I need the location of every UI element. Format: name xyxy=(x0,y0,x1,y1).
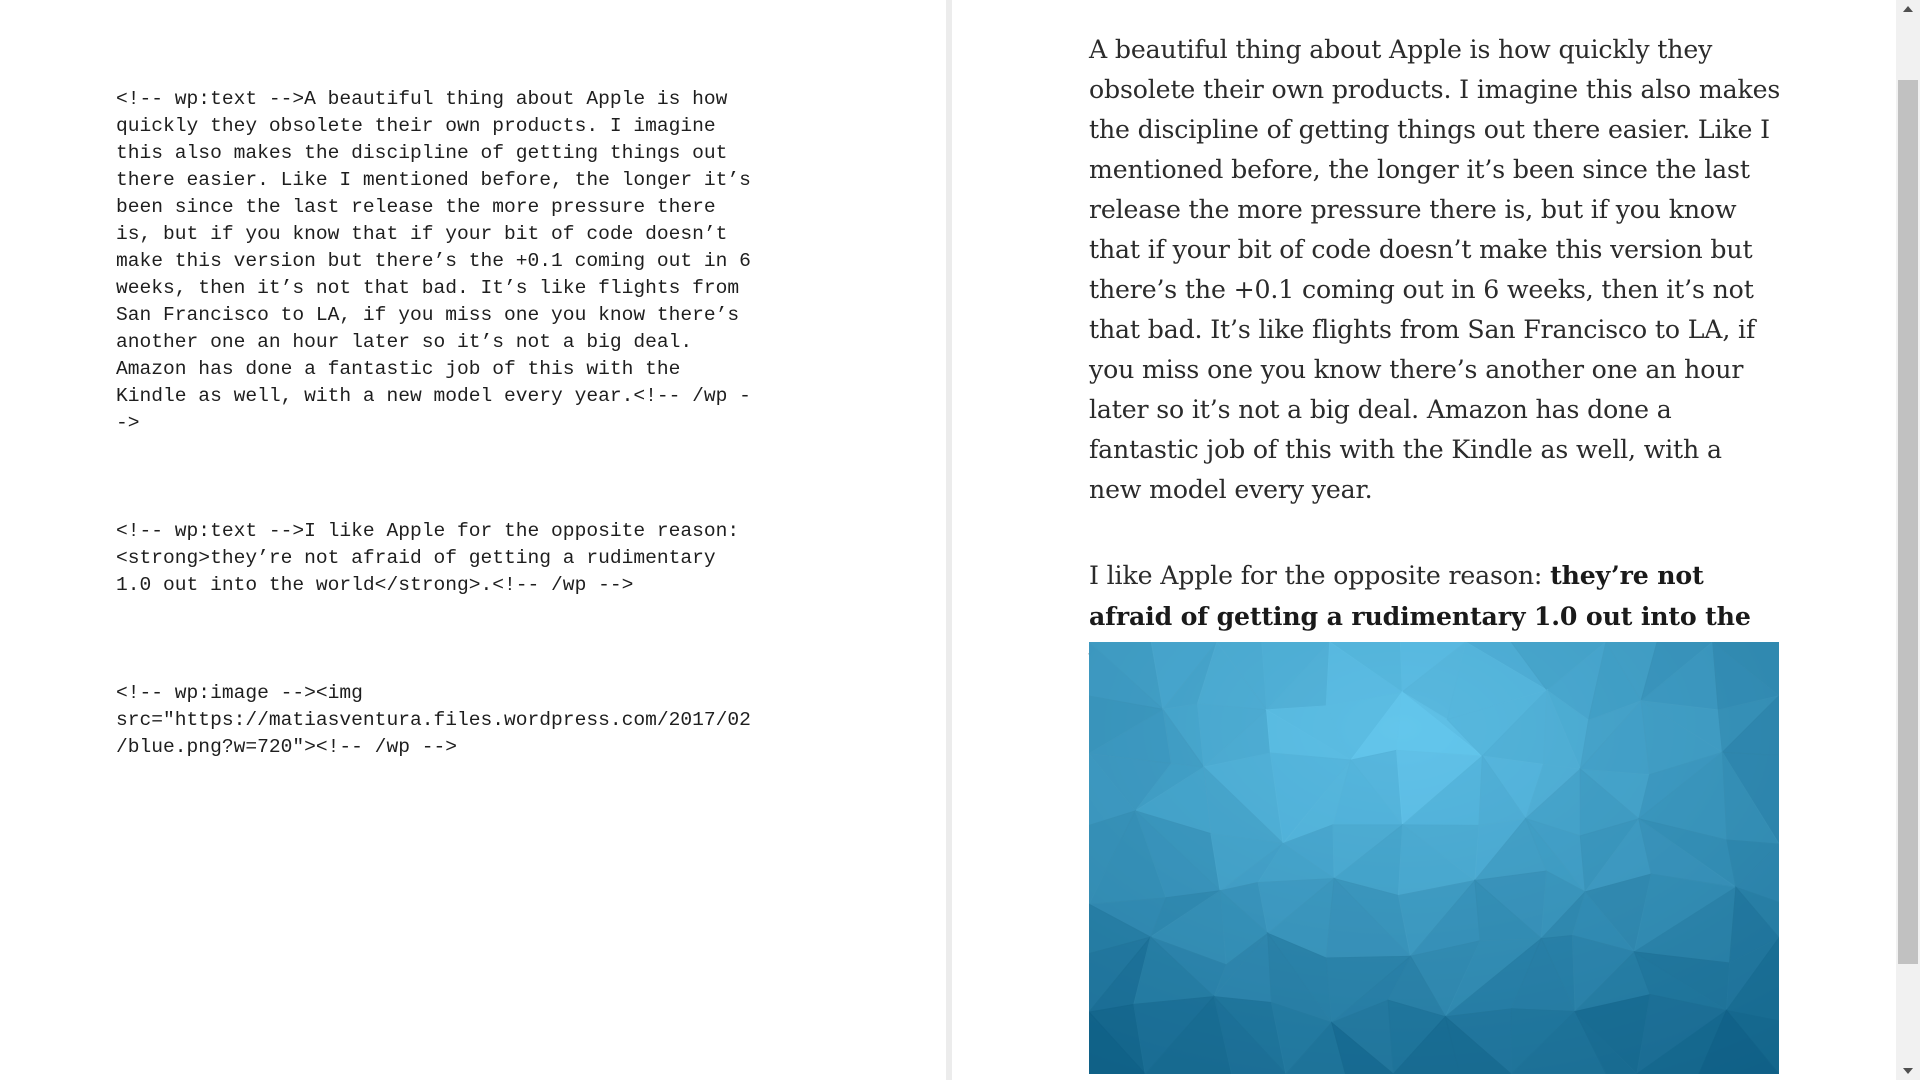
blue-polygon-graphic xyxy=(1089,642,1779,1074)
source-block-text-1[interactable]: <!-- wp:text -->A beautiful thing about … xyxy=(116,86,806,437)
triangle-up-icon[interactable] xyxy=(1896,0,1920,18)
scroll-thumb[interactable] xyxy=(1898,80,1918,964)
preview-content: A beautiful thing about Apple is how qui… xyxy=(1089,30,1781,723)
source-block-text-2[interactable]: <!-- wp:text -->I like Apple for the opp… xyxy=(116,518,806,599)
source-editor-pane[interactable]: <!-- wp:text -->A beautiful thing about … xyxy=(0,0,946,1080)
preview-paragraph-2-lead: I like Apple for the opposite reason: xyxy=(1089,561,1551,590)
source-editor-text[interactable]: <!-- wp:text -->A beautiful thing about … xyxy=(116,32,806,842)
preview-paragraph-1: A beautiful thing about Apple is how qui… xyxy=(1089,35,1781,504)
vertical-scrollbar[interactable] xyxy=(1896,0,1920,1080)
blue-polygon-image xyxy=(1089,642,1779,1074)
split-editor-app: <!-- wp:text -->A beautiful thing about … xyxy=(0,0,1920,1080)
preview-pane: A beautiful thing about Apple is how qui… xyxy=(952,0,1896,1080)
source-block-image[interactable]: <!-- wp:image --><img src="https://matia… xyxy=(116,680,806,761)
triangle-down-icon[interactable] xyxy=(1896,1062,1920,1080)
